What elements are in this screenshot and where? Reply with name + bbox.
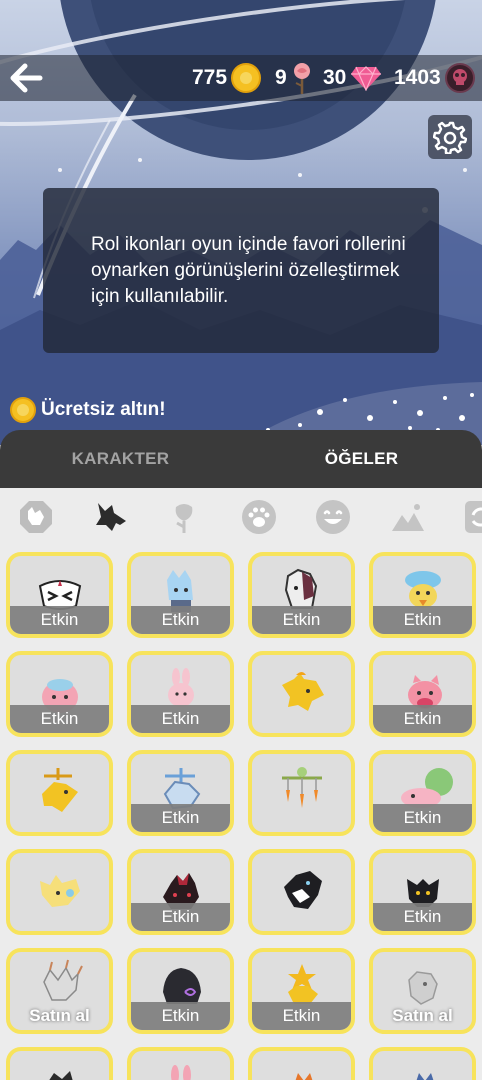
item-status: Etkin — [10, 705, 109, 733]
item-card[interactable] — [6, 849, 113, 935]
item-card[interactable]: Etkin — [127, 750, 234, 836]
free-gold-button[interactable]: Ücretsiz altın! — [10, 397, 166, 423]
item-status: Etkin — [373, 804, 472, 832]
gold-coin-icon — [10, 397, 36, 423]
item-status — [252, 705, 351, 733]
item-status — [10, 903, 109, 931]
item-status: Etkin — [131, 606, 230, 634]
category-row — [0, 488, 482, 546]
gem-amount: 30 — [323, 66, 347, 89]
back-button[interactable] — [6, 58, 46, 98]
emoji-icon — [316, 500, 350, 534]
wolf-head-icon — [96, 503, 126, 531]
gold-amount: 775 — [192, 66, 228, 89]
item-card[interactable]: Etkin — [6, 552, 113, 638]
gear-icon — [433, 121, 467, 154]
item-card[interactable]: Etkin — [369, 552, 476, 638]
tab-karakter[interactable]: KARAKTER — [0, 430, 241, 488]
info-panel: Rol ikonları oyun içinde favori rollerin… — [43, 188, 439, 353]
item-card[interactable]: Etkin — [6, 651, 113, 737]
item-status: Etkin — [131, 705, 230, 733]
item-status: Etkin — [252, 1002, 351, 1030]
item-status: Etkin — [373, 903, 472, 931]
item-card[interactable]: Etkin — [369, 849, 476, 935]
settings-button[interactable] — [428, 115, 472, 159]
wolf-emblem-icon — [20, 501, 52, 533]
category-wolf-emblem[interactable] — [17, 498, 55, 536]
free-gold-label: Ücretsiz altın! — [41, 399, 166, 420]
item-status: Etkin — [373, 606, 472, 634]
info-text: Rol ikonları oyun içinde favori rollerin… — [91, 234, 406, 308]
item-status: Etkin — [131, 1002, 230, 1030]
category-refresh[interactable] — [462, 498, 482, 536]
blue-fox-icon — [416, 1073, 434, 1080]
item-card[interactable]: Etkin — [127, 651, 234, 737]
item-card[interactable] — [248, 750, 355, 836]
item-card[interactable] — [6, 750, 113, 836]
item-card[interactable]: Etkin — [248, 948, 355, 1034]
tab-ogeler[interactable]: ÖĞELER — [241, 430, 482, 488]
item-status: Etkin — [252, 606, 351, 634]
orange-fox-icon — [295, 1073, 313, 1080]
item-card[interactable] — [248, 849, 355, 935]
item-card[interactable]: Etkin — [127, 552, 234, 638]
item-status — [10, 804, 109, 832]
item-card[interactable] — [248, 1047, 355, 1080]
item-card[interactable]: Etkin — [127, 948, 234, 1034]
item-card[interactable]: Satın al — [6, 948, 113, 1034]
category-landscape[interactable] — [389, 498, 427, 536]
category-rose[interactable] — [165, 498, 203, 536]
rose-icon — [293, 63, 310, 94]
item-status: Etkin — [373, 705, 472, 733]
item-card[interactable] — [248, 651, 355, 737]
rose-amount: 9 — [275, 66, 287, 89]
item-status: Etkin — [10, 606, 109, 634]
skull-token-icon — [444, 63, 475, 93]
gem-counter[interactable]: 30 — [323, 60, 382, 96]
item-card[interactable]: Etkin — [127, 849, 234, 935]
item-status — [252, 903, 351, 931]
item-status: Satın al — [29, 1006, 90, 1025]
pink-bunny-icon — [171, 1065, 191, 1080]
gold-counter[interactable]: 775 — [192, 60, 262, 96]
item-status: Etkin — [131, 804, 230, 832]
item-status: Etkin — [131, 903, 230, 931]
hero-banner: 775 9 30 1403 Rol ikonları oyun içinde f… — [0, 0, 482, 445]
gold-coin-icon — [231, 63, 262, 93]
item-card[interactable]: Etkin — [369, 651, 476, 737]
tab-bar: KARAKTER ÖĞELER — [0, 430, 482, 488]
item-card[interactable] — [6, 1047, 113, 1080]
item-status — [252, 804, 351, 832]
item-card[interactable]: Satın al — [369, 948, 476, 1034]
paw-icon — [242, 500, 276, 534]
item-card[interactable] — [369, 1047, 476, 1080]
skull-token-amount: 1403 — [394, 66, 441, 89]
category-emoji[interactable] — [314, 498, 352, 536]
landscape-icon — [392, 504, 424, 531]
item-grid: Etkin Etkin Etkin Etkin Etkin Etkin Etki… — [0, 546, 482, 1080]
gem-icon — [351, 66, 382, 91]
item-card[interactable]: Etkin — [248, 552, 355, 638]
item-card[interactable] — [127, 1047, 234, 1080]
rose-category-icon — [175, 504, 193, 533]
item-status: Satın al — [392, 1006, 453, 1025]
refresh-icon — [465, 501, 482, 533]
skull-token-counter[interactable]: 1403 — [394, 60, 475, 96]
category-paw[interactable] — [240, 498, 278, 536]
item-card[interactable]: Etkin — [369, 750, 476, 836]
rose-counter[interactable]: 9 — [275, 60, 313, 96]
back-arrow-icon — [10, 63, 43, 93]
category-wolf-head[interactable] — [91, 498, 129, 536]
dark-wolf-icon — [49, 1071, 73, 1080]
